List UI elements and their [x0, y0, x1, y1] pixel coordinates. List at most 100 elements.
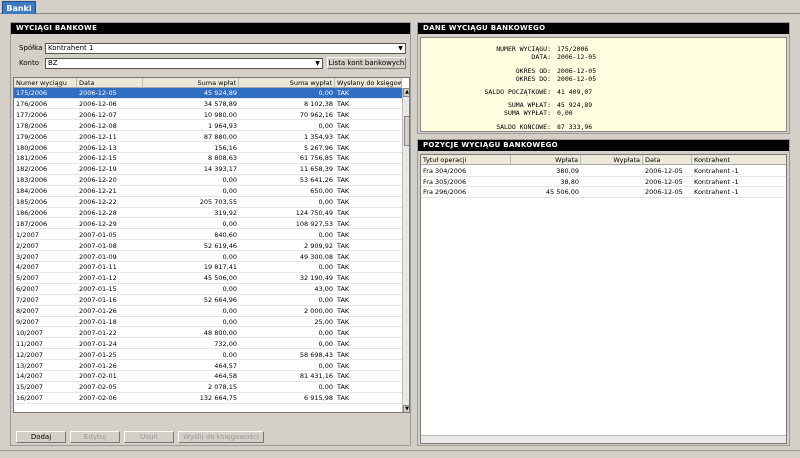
- edit-button[interactable]: Edytuj: [70, 431, 120, 443]
- cell-numer: 11/2007: [16, 339, 44, 348]
- table-row[interactable]: 182/2006 2006-12-19 14 393,17 11 658,39 TAK: [14, 164, 402, 175]
- table-row[interactable]: 11/2007 2007-01-24 732,00 0,00 TAK: [14, 339, 402, 350]
- cell-wyslany: TAK: [337, 372, 350, 381]
- table-row[interactable]: 183/2006 2006-12-20 0,00 53 641,26 TAK: [14, 175, 402, 186]
- chevron-down-icon[interactable]: ▼: [396, 44, 405, 53]
- cell-suma-wyplat: 8 102,38: [304, 99, 333, 108]
- cell-suma-wyplat: 0,00: [318, 383, 333, 392]
- konto-select[interactable]: BZ ▼: [45, 58, 323, 69]
- table-row[interactable]: 10/2007 2007-01-22 48 800,00 0,00 TAK: [14, 328, 402, 339]
- table-row[interactable]: 6/2007 2007-01-15 0,00 43,00 TAK: [14, 284, 402, 295]
- cell-suma-wplat: 0,00: [222, 219, 237, 228]
- table-row[interactable]: 179/2006 2006-12-11 87 880,00 1 354,93 TAK: [14, 132, 402, 143]
- table-row[interactable]: Fra 304/2006 380,09 2006-12-05 Kontrahent -…: [421, 166, 786, 177]
- table-row[interactable]: 13/2007 2007-01-26 464,57 0,00 TAK: [14, 361, 402, 371]
- table-row[interactable]: 176/2006 2006-12-06 34 578,89 8 102,38 TAK: [14, 99, 402, 110]
- column-header-tytul[interactable]: Tytuł operacji: [421, 155, 511, 165]
- table-row[interactable]: 1/2007 2007-01-05 840,60 0,00 TAK: [14, 230, 402, 241]
- statements-table: Numer wyciągu Data Suma wpłat Suma wypła…: [13, 77, 410, 413]
- cell-wyslany: TAK: [337, 296, 350, 305]
- cell-wyslany: TAK: [337, 110, 350, 119]
- cell-numer: 16/2007: [16, 394, 44, 403]
- detail-label: SALDO KOŃCOWE:: [496, 123, 551, 131]
- table-row[interactable]: 187/2006 2006-12-29 0,00 108 927,53 TAK: [14, 219, 402, 230]
- cell-numer: 7/2007: [16, 296, 39, 305]
- cell-suma-wplat: 14 393,17: [203, 165, 237, 174]
- column-header-wyplata[interactable]: Wypłata: [581, 155, 643, 165]
- cell-wyslany: TAK: [337, 241, 350, 250]
- table-row[interactable]: 14/2007 2007-02-01 464,58 81 431,16 TAK: [14, 371, 402, 382]
- cell-suma-wyplat: 108 927,53: [295, 219, 333, 228]
- chevron-down-icon[interactable]: ▼: [313, 59, 322, 68]
- table-row[interactable]: 186/2006 2006-12-28 319,92 124 750,49 TAK: [14, 208, 402, 219]
- spolka-label: Spółka: [19, 44, 43, 52]
- cell-data: 2007-01-12: [79, 274, 117, 283]
- table-row[interactable]: 5/2007 2007-01-12 45 506,00 32 190,49 TAK: [14, 273, 402, 284]
- table-row[interactable]: 8/2007 2007-01-26 0,00 2 000,00 TAK: [14, 306, 402, 317]
- cell-data: 2006-12-21: [79, 187, 117, 196]
- cell-suma-wplat: 0,00: [222, 317, 237, 326]
- detail-value: 2006-12-05: [557, 53, 597, 61]
- table-row[interactable]: 175/2006 2006-12-05 45 924,89 0,00 TAK: [14, 88, 402, 99]
- table-row[interactable]: 15/2007 2007-02-05 2 078,15 0,00 TAK: [14, 382, 402, 393]
- send-to-accounting-button[interactable]: Wyślij do księgowości: [178, 431, 264, 443]
- cell-numer: 9/2007: [16, 317, 39, 326]
- cell-suma-wplat: 156,16: [214, 143, 237, 152]
- table-row[interactable]: 181/2006 2006-12-15 8 808,63 61 756,85 TAK: [14, 153, 402, 164]
- cell-tytul: Fra 296/2006: [423, 188, 467, 196]
- column-header-kontrahent[interactable]: Kontrahent: [692, 155, 786, 165]
- column-header-suma-wyplat[interactable]: Suma wypłat: [239, 78, 335, 88]
- delete-button[interactable]: Usuń: [124, 431, 174, 443]
- table-row[interactable]: Fra 305/2006 38,80 2006-12-05 Kontrahent -1: [421, 177, 786, 187]
- tab-banki[interactable]: Banki: [2, 1, 36, 14]
- table-row[interactable]: 12/2007 2007-01-25 0,00 58 698,43 TAK: [14, 350, 402, 361]
- table-row[interactable]: 2/2007 2007-01-08 52 619,46 2 909,92 TAK: [14, 241, 402, 252]
- table-row[interactable]: 7/2007 2007-01-16 52 664,96 0,00 TAK: [14, 295, 402, 306]
- detail-label: SALDO POCZĄTKOWE:: [484, 88, 551, 96]
- column-header-numer[interactable]: Numer wyciągu: [14, 78, 77, 88]
- cell-wplata: 45 506,00: [545, 188, 579, 196]
- table-row[interactable]: 9/2007 2007-01-18 0,00 25,00 TAK: [14, 317, 402, 328]
- cell-data: 2007-02-05: [79, 383, 117, 392]
- cell-wyslany: TAK: [337, 143, 350, 152]
- column-header-data[interactable]: Data: [643, 155, 692, 165]
- column-header-data[interactable]: Data: [77, 78, 143, 88]
- table-row[interactable]: 3/2007 2007-01-09 0,00 49 300,08 TAK: [14, 252, 402, 262]
- cell-numer: 14/2007: [16, 372, 44, 381]
- cell-suma-wyplat: 1 354,93: [304, 132, 333, 141]
- table-row[interactable]: 177/2006 2006-12-07 10 980,00 70 962,16 TAK: [14, 110, 402, 121]
- cell-suma-wyplat: 0,00: [318, 328, 333, 337]
- cell-suma-wyplat: 0,00: [318, 339, 333, 348]
- detail-value: 0,00: [557, 109, 573, 117]
- cell-numer: 2/2007: [16, 241, 39, 250]
- column-header-wplata[interactable]: Wpłata: [511, 155, 581, 165]
- cell-suma-wplat: 205 703,55: [199, 198, 237, 206]
- cell-wyslany: TAK: [337, 89, 350, 97]
- cell-data: 2006-12-13: [79, 143, 117, 152]
- table-row[interactable]: 180/2006 2006-12-13 156,16 5 267,96 TAK: [14, 143, 402, 153]
- cell-suma-wyplat: 0,00: [318, 296, 333, 305]
- detail-value: 2006-12-05: [557, 75, 597, 83]
- table-row[interactable]: 16/2007 2007-02-06 132 664,75 6 915,98 TAK: [14, 393, 402, 404]
- tab-bar: Banki: [0, 0, 800, 14]
- positions-table: Tytuł operacji Wpłata Wypłata Data Kontr…: [420, 154, 787, 444]
- table-row[interactable]: 185/2006 2006-12-22 205 703,55 0,00 TAK: [14, 197, 402, 208]
- scroll-thumb[interactable]: [404, 116, 409, 146]
- table-row[interactable]: 4/2007 2007-01-11 19 817,41 0,00 TAK: [14, 262, 402, 273]
- positions-horizontal-scrollbar[interactable]: [421, 435, 786, 443]
- cell-suma-wplat: 52 619,46: [203, 241, 237, 250]
- scroll-down-icon[interactable]: ▼: [403, 405, 409, 412]
- cell-suma-wyplat: 25,00: [314, 317, 333, 326]
- statements-vertical-scrollbar[interactable]: ▲ ▼: [402, 88, 409, 412]
- add-button[interactable]: Dodaj: [16, 431, 66, 443]
- spolka-select[interactable]: Kontrahent 1 ▼: [45, 43, 406, 54]
- column-header-wyslany[interactable]: Wysłany do księgowości: [335, 78, 402, 88]
- scroll-up-icon[interactable]: ▲: [403, 88, 409, 97]
- table-row[interactable]: 178/2006 2006-12-08 1 964,93 0,00 TAK: [14, 121, 402, 132]
- cell-suma-wplat: 48 800,00: [203, 328, 237, 337]
- bank-accounts-list-button[interactable]: Lista kont bankowych: [327, 57, 406, 69]
- table-row[interactable]: 184/2006 2006-12-21 0,00 650,00 TAK: [14, 186, 402, 197]
- table-row[interactable]: Fra 296/2006 45 506,00 2006-12-05 Kontrahen…: [421, 187, 786, 198]
- cell-numer: 10/2007: [16, 328, 44, 337]
- column-header-suma-wplat[interactable]: Suma wpłat: [143, 78, 239, 88]
